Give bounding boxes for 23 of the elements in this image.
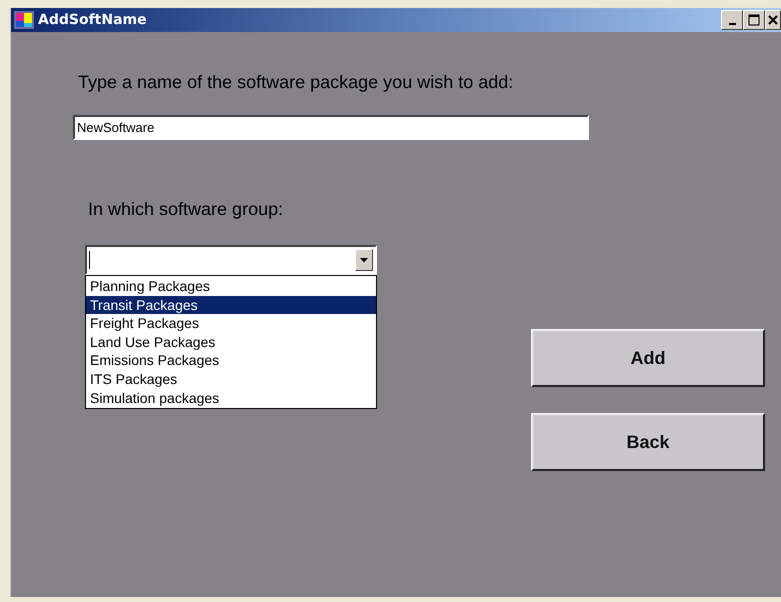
minimize-button[interactable]: [721, 10, 743, 30]
caret-icon: [360, 258, 368, 262]
minimize-icon: [728, 23, 736, 25]
add-button[interactable]: Add: [531, 329, 765, 387]
dropdown-option[interactable]: Planning Packages: [86, 277, 376, 296]
window-title: AddSoftName: [38, 10, 147, 30]
name-field[interactable]: NewSoftware: [73, 115, 589, 140]
dropdown-button[interactable]: [355, 249, 373, 271]
dropdown-option[interactable]: Transit Packages: [86, 296, 376, 314]
dropdown-option[interactable]: Land Use Packages: [86, 332, 376, 352]
maximize-icon: [748, 14, 760, 26]
close-icon: [768, 15, 778, 25]
app-icon: [13, 10, 35, 30]
name-prompt: Type a name of the software package you wish to add:: [78, 71, 514, 94]
group-prompt: In which software group:: [88, 198, 284, 221]
group-dropdown[interactable]: [85, 245, 377, 275]
dropdown-option[interactable]: Freight Packages: [86, 314, 376, 333]
dropdown-option[interactable]: ITS Packages: [86, 370, 376, 389]
dropdown-option[interactable]: Emissions Packages: [86, 351, 376, 370]
back-button[interactable]: Back: [531, 413, 765, 471]
maximize-button[interactable]: [743, 10, 765, 30]
dropdown-option[interactable]: Simulation packages: [86, 388, 376, 408]
close-button[interactable]: [765, 10, 781, 30]
